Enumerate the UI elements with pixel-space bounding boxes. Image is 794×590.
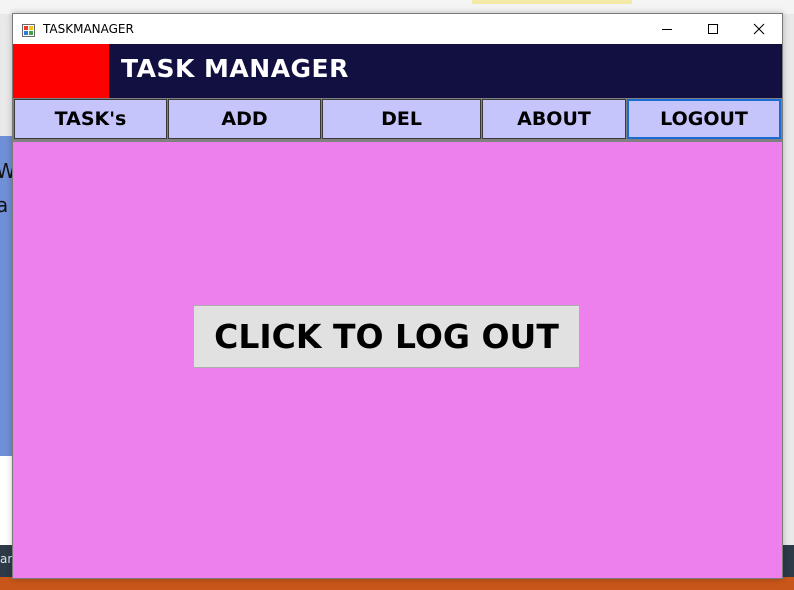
- nav-add-button[interactable]: ADD: [168, 99, 321, 139]
- nav-logout-button[interactable]: LOGOUT: [627, 99, 781, 139]
- maximize-icon: [707, 20, 719, 39]
- window-title: TASKMANAGER: [43, 22, 134, 36]
- maximize-button[interactable]: [690, 14, 736, 44]
- app-title: TASK MANAGER: [121, 54, 349, 83]
- minimize-icon: [661, 20, 673, 39]
- nav-about-button[interactable]: ABOUT: [482, 99, 626, 139]
- nav-bar: TASK's ADD DEL ABOUT LOGOUT: [13, 98, 782, 142]
- desktop-top-highlight: [472, 0, 632, 4]
- close-icon: [753, 20, 765, 39]
- app-header: TASK MANAGER: [13, 44, 782, 98]
- nav-del-button[interactable]: DEL: [322, 99, 481, 139]
- nav-tasks-button[interactable]: TASK's: [14, 99, 167, 139]
- logout-panel: CLICK TO LOG OUT: [13, 142, 782, 578]
- logo-block: [13, 44, 109, 98]
- logout-button[interactable]: CLICK TO LOG OUT: [193, 305, 580, 368]
- close-button[interactable]: [736, 14, 782, 44]
- title-bar[interactable]: TASKMANAGER: [13, 14, 782, 44]
- taskmanager-window: TASKMANAGER TASK MANAGER TASK's ADD DEL …: [12, 13, 783, 579]
- app-icon: [22, 22, 35, 37]
- desktop-top-strip: [0, 0, 794, 14]
- minimize-button[interactable]: [644, 14, 690, 44]
